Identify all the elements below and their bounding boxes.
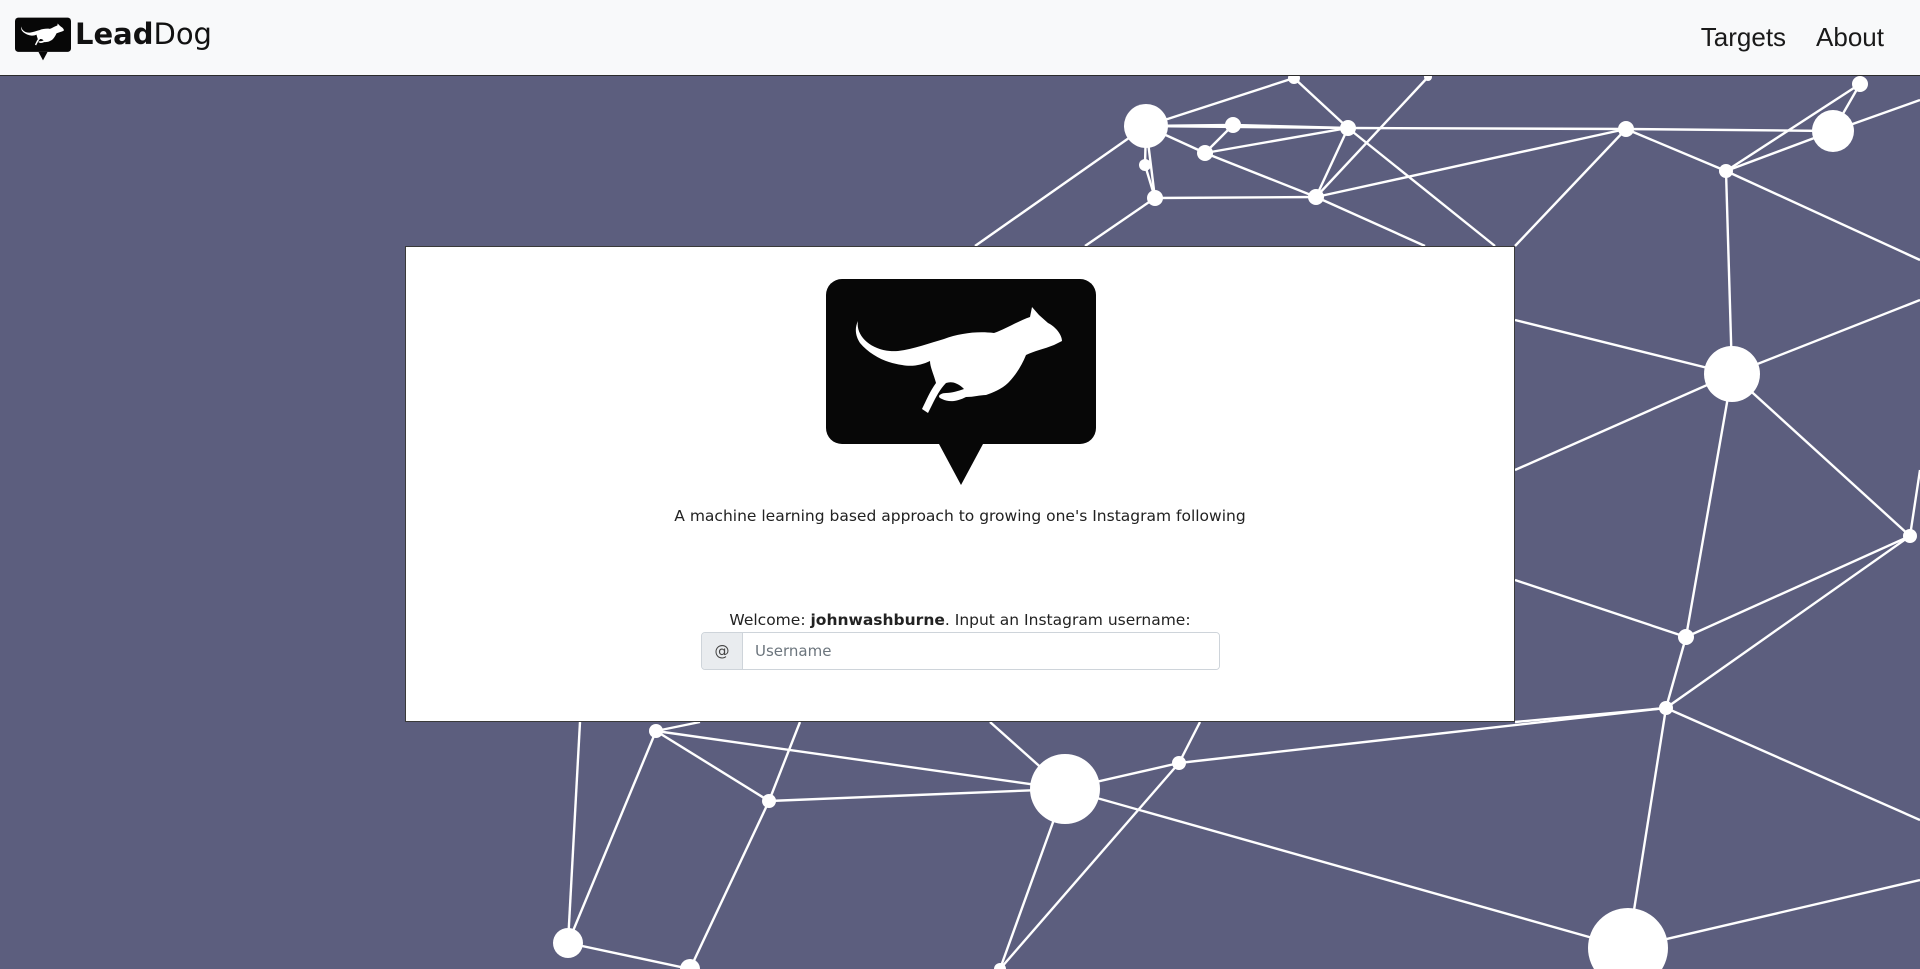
network-line bbox=[1514, 318, 1733, 376]
network-node bbox=[1147, 190, 1163, 206]
brand-name-bold: Lead bbox=[75, 17, 154, 51]
network-node bbox=[649, 724, 663, 738]
network-node bbox=[1340, 120, 1356, 136]
nav-link-targets[interactable]: Targets bbox=[1701, 22, 1786, 53]
brand-name: LeadDog bbox=[75, 17, 212, 51]
at-symbol-addon: @ bbox=[702, 633, 743, 669]
nav-links: Targets About bbox=[1701, 22, 1884, 53]
network-node bbox=[1030, 754, 1100, 824]
nav-link-about[interactable]: About bbox=[1816, 22, 1884, 53]
network-line bbox=[1315, 195, 1426, 248]
network-line bbox=[768, 787, 1066, 803]
network-node bbox=[1659, 701, 1673, 715]
network-line bbox=[1684, 373, 1734, 638]
network-line bbox=[1725, 169, 1920, 262]
network-line bbox=[1731, 298, 1920, 376]
network-node bbox=[1225, 117, 1241, 133]
network-line bbox=[1685, 534, 1911, 639]
network-node bbox=[1618, 121, 1634, 137]
network-node bbox=[553, 928, 583, 958]
welcome-username: johnwashburne bbox=[810, 611, 945, 629]
network-line bbox=[1665, 535, 1911, 709]
network-node bbox=[1903, 529, 1917, 543]
username-input[interactable] bbox=[743, 633, 1219, 669]
network-line bbox=[1514, 128, 1627, 247]
brand-home-link[interactable]: LeadDog bbox=[15, 14, 212, 64]
network-line bbox=[1627, 878, 1920, 950]
network-node bbox=[1197, 145, 1213, 161]
network-node bbox=[680, 959, 700, 969]
running-dog-hero-logo-icon bbox=[826, 279, 1096, 485]
network-line bbox=[1314, 127, 1350, 198]
network-line bbox=[566, 721, 582, 944]
network-node bbox=[1678, 629, 1694, 645]
network-line bbox=[974, 125, 1147, 247]
network-line bbox=[1514, 706, 1667, 724]
network-node bbox=[1308, 189, 1324, 205]
network-line bbox=[1514, 372, 1733, 472]
network-line bbox=[1665, 706, 1920, 822]
network-line bbox=[767, 721, 802, 802]
network-line bbox=[1724, 170, 1734, 375]
network-line bbox=[1293, 77, 1349, 129]
network-line bbox=[655, 729, 1066, 791]
network-line bbox=[1731, 373, 1911, 537]
network-node bbox=[1719, 164, 1733, 178]
network-line bbox=[655, 729, 770, 803]
network-node bbox=[1139, 159, 1151, 171]
network-node bbox=[1588, 908, 1668, 969]
network-line bbox=[1625, 127, 1727, 173]
welcome-prefix: Welcome: bbox=[729, 611, 811, 629]
network-node bbox=[762, 794, 776, 808]
network-line bbox=[1154, 195, 1317, 200]
network-line bbox=[1145, 76, 1295, 128]
brand-name-regular: Dog bbox=[153, 17, 212, 51]
welcome-message: Welcome: johnwashburne. Input an Instagr… bbox=[406, 611, 1514, 629]
network-line bbox=[567, 941, 691, 969]
network-line bbox=[566, 730, 658, 944]
main-card: A machine learning based approach to gro… bbox=[405, 246, 1515, 722]
running-dog-logo-icon bbox=[15, 17, 71, 61]
network-line bbox=[1347, 127, 1496, 247]
tagline: A machine learning based approach to gro… bbox=[674, 507, 1246, 525]
network-node bbox=[1704, 346, 1760, 402]
network-line bbox=[1625, 127, 1834, 133]
username-input-group: @ bbox=[701, 632, 1220, 670]
network-line bbox=[1064, 787, 1629, 950]
network-node bbox=[1124, 104, 1168, 148]
network-line bbox=[1204, 151, 1317, 199]
network-line bbox=[1084, 197, 1156, 247]
welcome-suffix: . Input an Instagram username: bbox=[944, 611, 1191, 629]
network-line bbox=[688, 800, 771, 969]
network-line bbox=[1908, 469, 1920, 537]
network-line bbox=[1347, 126, 1627, 131]
navbar: LeadDog Targets About bbox=[0, 0, 1920, 76]
network-node bbox=[1852, 76, 1868, 92]
network-node bbox=[1172, 756, 1186, 770]
network-node bbox=[1812, 110, 1854, 152]
network-line bbox=[1514, 578, 1687, 639]
